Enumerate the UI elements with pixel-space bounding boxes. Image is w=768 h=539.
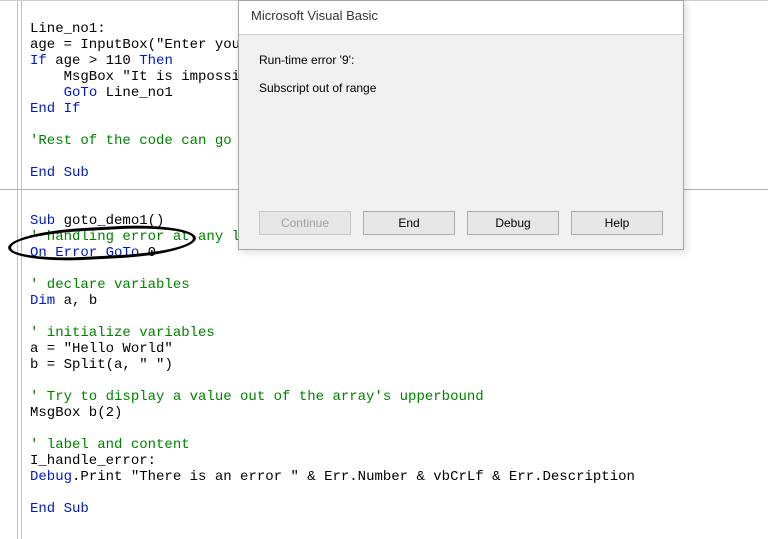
code-line: ' initialize variables (30, 325, 215, 341)
code-line: Sub goto_demo1() (30, 213, 164, 229)
editor-gutter (0, 1, 22, 539)
code-line (30, 309, 38, 325)
debug-button[interactable]: Debug (467, 211, 559, 235)
code-line: Dim a, b (30, 293, 97, 309)
error-message: Subscript out of range (259, 81, 663, 95)
code-line (30, 373, 38, 389)
code-line (30, 117, 38, 133)
code-line: ' Try to display a value out of the arra… (30, 389, 484, 405)
code-line: End If (30, 101, 80, 117)
dialog-title: Microsoft Visual Basic (251, 8, 378, 23)
code-line: End Sub (30, 165, 89, 181)
code-line: ' handling error at any line (30, 229, 265, 245)
end-button[interactable]: End (363, 211, 455, 235)
code-line (30, 261, 38, 277)
help-button[interactable]: Help (571, 211, 663, 235)
code-line: End Sub (30, 501, 89, 517)
continue-button: Continue (259, 211, 351, 235)
code-line: I_handle_error: (30, 453, 156, 469)
code-line: a = "Hello World" (30, 341, 173, 357)
code-line (30, 485, 38, 501)
code-line: GoTo Line_no1 (30, 85, 173, 101)
code-line (30, 421, 38, 437)
code-line: ' declare variables (30, 277, 190, 293)
code-line (30, 197, 38, 213)
code-line: ' label and content (30, 437, 190, 453)
dialog-body: Run-time error '9': Subscript out of ran… (239, 35, 683, 95)
code-line: On Error GoTo 0 (30, 245, 156, 261)
code-line: MsgBox b(2) (30, 405, 122, 421)
error-dialog: Microsoft Visual Basic Run-time error '9… (238, 0, 684, 250)
code-line: b = Split(a, " ") (30, 357, 173, 373)
dialog-titlebar[interactable]: Microsoft Visual Basic (239, 1, 683, 35)
code-line (30, 149, 38, 165)
code-line: Debug.Print "There is an error " & Err.N… (30, 469, 635, 485)
code-line: If age > 110 Then (30, 53, 173, 69)
dialog-buttons: Continue End Debug Help (239, 211, 683, 235)
code-line (30, 181, 38, 197)
error-code: Run-time error '9': (259, 53, 663, 67)
code-line: Line_no1: (30, 21, 106, 37)
